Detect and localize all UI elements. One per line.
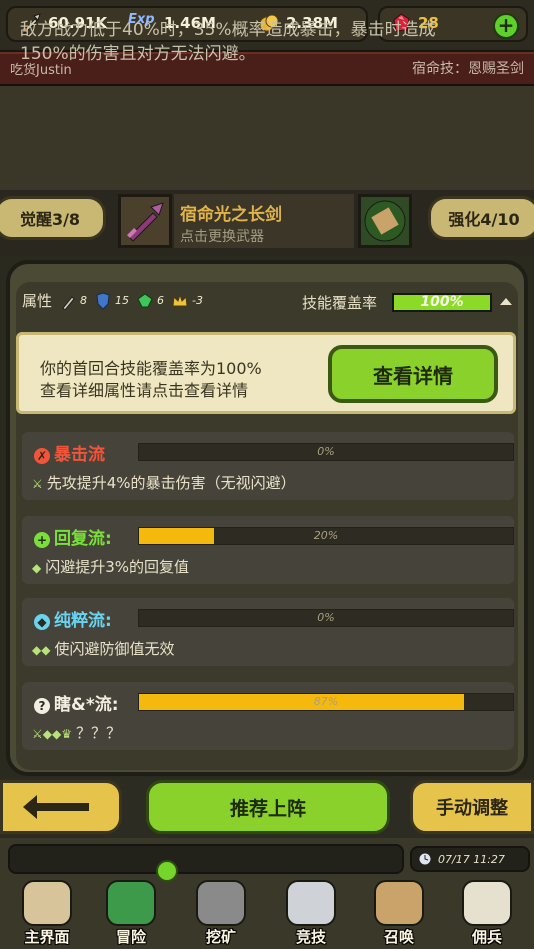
crossed-swords-icon: [286, 880, 336, 926]
shield-stat-value: 15: [115, 294, 130, 307]
sword-icon: [62, 295, 75, 310]
attribute-label: 属性: [22, 292, 53, 310]
sword-stat: 8: [60, 292, 87, 310]
flow-stat-icons: ⚔: [32, 477, 43, 491]
scroll-slot[interactable]: [358, 194, 412, 248]
map-scroll-icon: [22, 880, 72, 926]
skill-description-line: 敌方战力低于40%时，35%概率造成暴击，暴击时造成: [20, 20, 436, 40]
crown-stat: -3: [172, 292, 203, 310]
nav-label: 竞技: [295, 928, 326, 946]
nav-label: 挖矿: [205, 928, 236, 946]
recommend-deploy-button[interactable]: 推荐上阵: [146, 780, 390, 834]
crown-icon: [172, 292, 188, 306]
coverage-label: 技能覆盖率: [302, 294, 378, 312]
banner-line: 你的首回合技能覆盖率为100%: [40, 359, 262, 378]
gem-stat: 6: [137, 292, 164, 310]
nav-button-5[interactable]: 佣兵: [448, 878, 526, 946]
flow-title-text: 暴击流: [54, 445, 105, 465]
flow-progress-value: 20%: [313, 529, 339, 542]
flow-description: ◆ 闪避提升3%的回复值: [32, 556, 189, 577]
summon-scroll-icon: [374, 880, 424, 926]
flow-description-text: 闪避提升3%的回复值: [45, 558, 190, 576]
flow-title: ? 瞎&*流:: [34, 690, 119, 715]
view-details-button[interactable]: 查看详情: [328, 345, 498, 403]
awaken-button[interactable]: 觉醒3/8: [0, 196, 106, 240]
nav-label: 主界面: [24, 928, 70, 946]
flow-description-text: 先攻提升4%的暴击伤害（无视闪避）: [46, 474, 296, 492]
nav-label: 佣兵: [471, 928, 502, 946]
clock-icon: [418, 852, 432, 866]
flow-stat-icons: ⚔◆◆♛: [32, 727, 72, 741]
collapse-caret-icon[interactable]: [500, 298, 512, 305]
flow-progress-value: 0%: [317, 445, 335, 458]
back-arrow-icon: [23, 795, 89, 819]
clock-text: 07/17 11:27: [438, 852, 505, 866]
shield-icon: [96, 291, 110, 310]
coverage-bar: 100%: [392, 293, 492, 312]
flow-description: ⚔◆◆♛？？？: [32, 722, 121, 743]
manual-adjust-button[interactable]: 手动调整: [410, 780, 534, 834]
nav-button-1[interactable]: 冒险: [92, 878, 170, 946]
flow-progress-bar: 0%: [138, 609, 514, 627]
flow-type-icon: ◆: [34, 614, 50, 630]
flow-progress-value: 87%: [313, 695, 339, 708]
nav-label: 冒险: [115, 928, 146, 946]
attribute-row: 属性 8 15 6 -3: [22, 290, 203, 311]
nav-button-3[interactable]: 竞技: [272, 878, 350, 946]
back-button[interactable]: [0, 780, 122, 834]
flow-progress-value: 0%: [317, 611, 335, 624]
clock: 07/17 11:27: [410, 846, 530, 872]
flow-progress-bar: 0%: [138, 443, 514, 461]
flow-type-icon: +: [34, 532, 50, 548]
gem-stat-value: 6: [157, 294, 165, 307]
weapon-name: 宿命光之长剑: [180, 205, 282, 225]
skill-description-line: 150%的伤害且对方无法闪避。: [20, 44, 256, 64]
tent-icon: [462, 880, 512, 926]
enhance-button[interactable]: 强化4/10: [428, 196, 534, 240]
scroll-icon: [364, 200, 406, 242]
flow-description: ⚔ 先攻提升4%的暴击伤害（无视闪避）: [32, 472, 296, 493]
flow-stat-icons: ◆: [32, 561, 42, 575]
shield-stat: 15: [95, 291, 130, 310]
flow-title: + 回复流:: [34, 524, 112, 549]
banner-line: 查看详细属性请点击查看详情: [40, 381, 249, 400]
emerald-icon: [137, 292, 153, 307]
flow-title-text: 纯粹流:: [54, 611, 112, 631]
weapon-subtitle: 点击更换武器: [180, 229, 264, 245]
flow-progress-bar: 87%: [138, 693, 514, 711]
nav-button-4[interactable]: 召唤: [360, 878, 438, 946]
crown-stat-value: -3: [192, 294, 203, 307]
skill-description: 敌方战力低于40%时，35%概率造成暴击，暴击时造成 150%的伤害且对方无法闪…: [20, 18, 500, 66]
flow-title: ✗ 暴击流: [34, 440, 105, 465]
flow-description: ◆◆ 使闪避防御值无效: [32, 638, 175, 659]
chat-bar[interactable]: [8, 844, 404, 874]
flow-title: ◆ 纯粹流:: [34, 606, 112, 631]
flow-progress-bar: 20%: [138, 527, 514, 545]
weapon-slot[interactable]: [118, 194, 172, 248]
flow-description-text: ？？？: [75, 724, 121, 742]
flow-stat-icons: ◆◆: [32, 643, 51, 657]
flow-title-text: 瞎&*流:: [54, 695, 119, 715]
nav-label: 召唤: [383, 928, 414, 946]
nav-button-0[interactable]: 主界面: [8, 878, 86, 946]
flow-title-text: 回复流:: [54, 529, 112, 549]
long-sword-icon: [127, 202, 164, 242]
island-icon: [106, 880, 156, 926]
nav-button-2[interactable]: 挖矿: [182, 878, 260, 946]
flow-type-icon: ✗: [34, 448, 50, 464]
skill-description-panel: [0, 86, 534, 190]
flow-description-text: 使闪避防御值无效: [54, 640, 175, 658]
pickaxe-icon: [196, 880, 246, 926]
coverage-value: 100%: [420, 294, 464, 310]
flow-type-icon: ?: [34, 698, 50, 714]
sword-stat-value: 8: [80, 294, 88, 307]
